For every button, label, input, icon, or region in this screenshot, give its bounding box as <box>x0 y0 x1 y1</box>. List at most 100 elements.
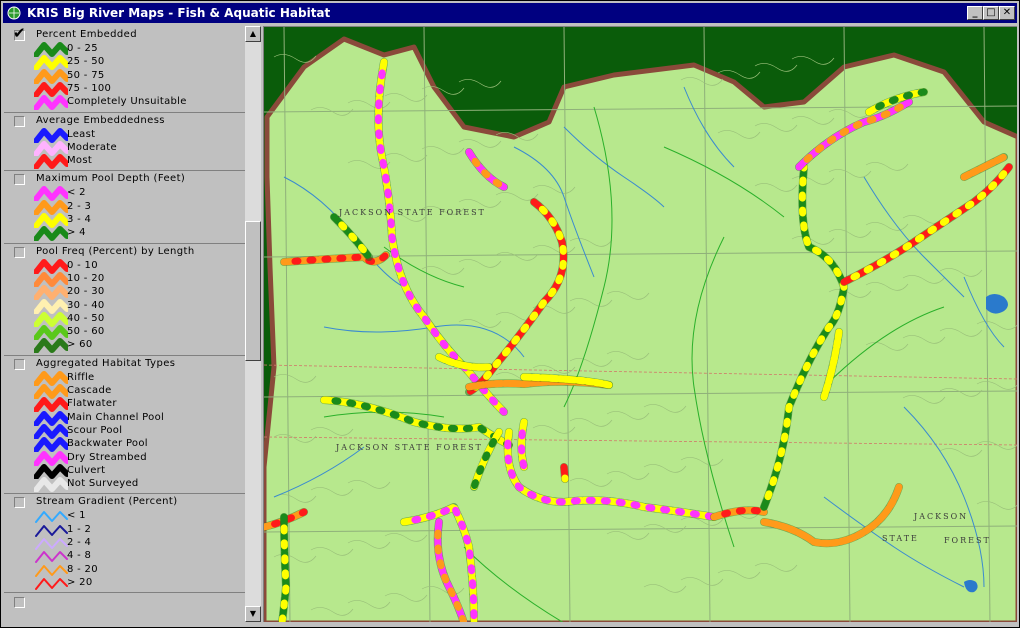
legend-item: Least <box>4 127 245 143</box>
legend-item: Backwater Pool <box>4 437 245 453</box>
legend-item: 3 - 4 <box>4 213 245 228</box>
window-title: KRIS Big River Maps - Fish & Aquatic Hab… <box>27 6 331 20</box>
legend-item: 4 - 8 <box>4 550 245 564</box>
map-place-label: STATE <box>882 534 919 543</box>
legend-group-header-partial[interactable] <box>4 596 245 610</box>
legend-item-label: Riffle <box>67 371 95 383</box>
legend-item: 50 - 75 <box>4 68 245 84</box>
legend-item: Completely Unsuitable <box>4 95 245 111</box>
legend-item: 2 - 4 <box>4 537 245 550</box>
map-place-label: JACKSON <box>913 512 968 521</box>
legend-item: Flatwater <box>4 397 245 413</box>
legend-item-label: Not Surveyed <box>67 478 139 490</box>
legend-item: Cascade <box>4 384 245 399</box>
legend-item: > 20 <box>4 577 245 590</box>
layer-visibility-checkbox[interactable] <box>14 497 25 509</box>
legend-item: 20 - 30 <box>4 285 245 301</box>
legend-item-label: 0 - 10 <box>67 259 98 271</box>
legend-item-label: Least <box>67 128 96 140</box>
legend-group-title: Average Embeddedness <box>36 114 165 126</box>
legend-item: > 60 <box>4 338 245 354</box>
legend-panel: ✔ Percent Embedded 0 - 25 25 - 50 50 - 75 75 … <box>4 26 246 622</box>
legend-item-label: Completely Unsuitable <box>67 96 187 108</box>
legend-item: 40 - 50 <box>4 311 245 327</box>
legend-group-title: Percent Embedded <box>36 29 137 40</box>
stream-symbol-swatch <box>34 154 68 170</box>
minimize-button[interactable]: _ <box>967 6 983 20</box>
layer-visibility-checkbox[interactable] <box>14 597 25 609</box>
layer-visibility-checkbox[interactable]: ✔ <box>13 26 26 41</box>
legend-group-header[interactable]: Stream Gradient (Percent) <box>4 496 245 510</box>
legend-item: 25 - 50 <box>4 55 245 71</box>
legend-item-label: 4 - 8 <box>67 550 92 562</box>
legend-scrollbar[interactable]: ▲ ▼ <box>245 26 261 622</box>
legend-item-label: Main Channel Pool <box>67 411 165 423</box>
legend-item-label: Backwater Pool <box>67 438 148 450</box>
legend-item-label: 0 - 25 <box>67 43 98 54</box>
legend-item-label: Most <box>67 155 93 167</box>
map-view[interactable]: JACKSON STATE FOREST JACKSON STATE FOREST… <box>263 26 1017 622</box>
map-place-label: JACKSON STATE FOREST <box>338 208 486 217</box>
legend-item: 50 - 60 <box>4 325 245 341</box>
legend-separator <box>4 592 245 594</box>
globe-icon <box>7 6 21 20</box>
layer-visibility-checkbox[interactable] <box>14 115 25 127</box>
legend-item-label: 50 - 75 <box>67 69 105 81</box>
legend-item: < 1 <box>4 510 245 524</box>
legend-item-label: 8 - 20 <box>67 563 98 575</box>
legend-separator <box>4 170 245 172</box>
legend-group-header[interactable]: Maximum Pool Depth (Feet) <box>4 173 245 187</box>
legend-item: Culvert <box>4 463 245 479</box>
legend-item: < 2 <box>4 186 245 202</box>
legend-item: Dry Streambed <box>4 450 245 466</box>
stream-symbol-swatch <box>35 577 68 590</box>
legend-separator <box>4 111 245 113</box>
legend-item: Scour Pool <box>4 423 245 439</box>
layer-visibility-checkbox[interactable] <box>14 246 25 258</box>
legend-item: 2 - 3 <box>4 199 245 215</box>
title-bar[interactable]: KRIS Big River Maps - Fish & Aquatic Hab… <box>3 3 1017 23</box>
legend-group-title: Maximum Pool Depth (Feet) <box>36 173 186 185</box>
legend-item: 10 - 20 <box>4 271 245 287</box>
legend-item-label: 2 - 3 <box>67 200 92 212</box>
legend-item-label: > 60 <box>67 339 93 351</box>
legend-item-label: Culvert <box>67 464 106 476</box>
legend-item-label: 2 - 4 <box>67 537 92 548</box>
topographic-map[interactable]: JACKSON STATE FOREST JACKSON STATE FOREST… <box>264 27 1017 622</box>
stream-symbol-swatch <box>34 95 68 111</box>
legend-item-label: > 4 <box>67 227 86 239</box>
maximize-button[interactable]: □ <box>983 6 999 20</box>
legend-item: Moderate <box>4 140 245 156</box>
legend-item: 1 - 2 <box>4 524 245 537</box>
legend-item-label: 10 - 20 <box>67 272 105 284</box>
scroll-thumb[interactable] <box>245 221 261 361</box>
legend-item-label: 1 - 2 <box>67 523 92 535</box>
legend-item-label: 30 - 40 <box>67 299 105 311</box>
stream-symbol-swatch <box>34 477 68 493</box>
legend-item-label: 25 - 50 <box>67 56 105 68</box>
map-place-label: JACKSON STATE FOREST <box>335 443 483 452</box>
layer-visibility-checkbox[interactable] <box>14 174 25 186</box>
legend-separator <box>4 493 245 495</box>
scroll-down-button[interactable]: ▼ <box>245 606 261 622</box>
legend-item-label: 40 - 50 <box>67 312 105 324</box>
close-button[interactable]: ✕ <box>999 6 1015 20</box>
scroll-up-button[interactable]: ▲ <box>245 26 261 42</box>
layer-visibility-checkbox[interactable] <box>14 358 25 370</box>
legend-item-label: Cascade <box>67 385 112 396</box>
legend-group-header[interactable]: Aggregated Habitat Types <box>4 358 245 372</box>
legend-item: 75 - 100 <box>4 81 245 97</box>
map-place-label: FOREST <box>944 536 991 545</box>
legend-item-label: 20 - 30 <box>67 286 105 298</box>
legend-item-label: 75 - 100 <box>67 82 112 94</box>
legend-group-header[interactable]: ✔ Percent Embedded <box>4 26 245 43</box>
legend-item: Not Surveyed <box>4 477 245 493</box>
legend-item: Riffle <box>4 370 245 386</box>
legend-item-label: 3 - 4 <box>67 214 92 225</box>
app-window: KRIS Big River Maps - Fish & Aquatic Hab… <box>0 0 1020 628</box>
legend-item: 30 - 40 <box>4 298 245 314</box>
legend-group-header[interactable]: Average Embeddedness <box>4 115 245 129</box>
legend-group-header[interactable]: Pool Freq (Percent) by Length <box>4 246 245 260</box>
legend-item: Main Channel Pool <box>4 410 245 426</box>
legend-item-label: > 20 <box>67 576 93 588</box>
